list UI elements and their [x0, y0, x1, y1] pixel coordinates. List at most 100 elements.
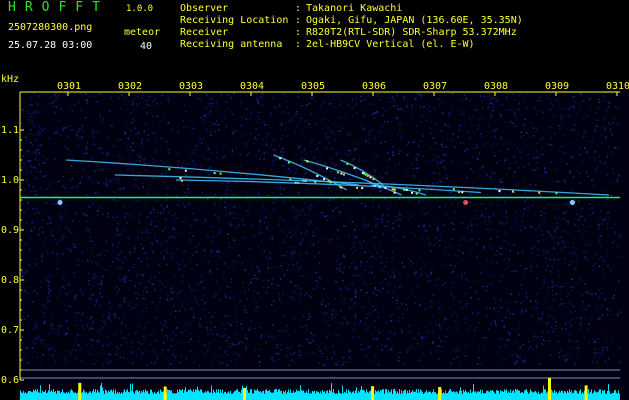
- noise-speckle: [461, 113, 463, 116]
- noise-speckle: [149, 163, 151, 165]
- noise-speckle: [407, 297, 409, 300]
- noise-speckle: [401, 303, 403, 305]
- noise-speckle: [272, 96, 275, 99]
- noise-speckle: [355, 296, 357, 298]
- noise-speckle: [607, 364, 609, 367]
- noise-speckle: [154, 353, 156, 355]
- noise-speckle: [561, 107, 563, 110]
- noise-speckle: [498, 337, 501, 340]
- level-bar: [450, 389, 451, 400]
- noise-speckle: [343, 143, 345, 145]
- noise-speckle: [34, 289, 36, 292]
- noise-speckle: [543, 278, 545, 281]
- noise-speckle: [56, 242, 58, 245]
- noise-speckle: [116, 229, 118, 231]
- noise-speckle: [312, 242, 315, 245]
- noise-speckle: [85, 248, 88, 251]
- noise-speckle: [245, 349, 247, 351]
- level-bar: [240, 392, 241, 400]
- noise-speckle: [330, 131, 332, 133]
- noise-speckle: [398, 316, 401, 319]
- noise-speckle: [260, 334, 263, 337]
- noise-speckle: [352, 99, 354, 101]
- noise-speckle: [493, 298, 496, 300]
- noise-speckle: [20, 227, 22, 229]
- noise-speckle: [21, 166, 23, 169]
- noise-speckle: [195, 163, 198, 166]
- noise-speckle: [475, 224, 477, 226]
- noise-speckle: [51, 327, 54, 329]
- level-bar: [128, 391, 129, 400]
- noise-speckle: [97, 332, 99, 334]
- noise-speckle: [456, 327, 459, 329]
- noise-speckle: [318, 362, 321, 364]
- level-bar: [435, 392, 436, 400]
- trail-highlight: [411, 191, 414, 194]
- noise-speckle: [111, 178, 113, 180]
- noise-speckle: [544, 270, 547, 272]
- noise-speckle: [125, 212, 127, 215]
- noise-speckle: [459, 108, 462, 110]
- noise-speckle: [532, 227, 534, 229]
- noise-speckle: [210, 192, 213, 194]
- noise-speckle: [619, 311, 622, 313]
- noise-speckle: [154, 237, 156, 239]
- noise-speckle: [106, 183, 108, 186]
- noise-speckle: [490, 238, 492, 240]
- noise-speckle: [609, 309, 611, 312]
- noise-speckle: [450, 306, 452, 309]
- noise-speckle: [196, 144, 199, 146]
- noise-speckle: [353, 246, 355, 248]
- noise-speckle: [156, 308, 158, 310]
- noise-speckle: [387, 271, 390, 273]
- noise-speckle: [381, 218, 383, 220]
- level-bar: [413, 391, 414, 400]
- noise-speckle: [473, 132, 475, 134]
- noise-speckle: [333, 271, 336, 273]
- level-bar: [172, 392, 173, 400]
- noise-speckle: [394, 332, 396, 334]
- noise-speckle: [413, 175, 415, 177]
- level-bar: [70, 390, 71, 400]
- noise-speckle: [236, 131, 238, 133]
- noise-speckle: [193, 295, 196, 297]
- noise-speckle: [134, 332, 137, 335]
- noise-speckle: [438, 104, 441, 107]
- noise-speckle: [546, 269, 548, 271]
- level-bar: [511, 393, 512, 400]
- noise-speckle: [152, 211, 155, 214]
- noise-speckle: [169, 335, 172, 337]
- noise-speckle: [101, 152, 104, 154]
- noise-speckle: [299, 123, 301, 125]
- noise-speckle: [122, 198, 124, 200]
- noise-speckle: [375, 219, 377, 221]
- noise-speckle: [535, 150, 537, 152]
- noise-speckle: [529, 184, 532, 186]
- noise-speckle: [265, 144, 267, 147]
- noise-speckle: [299, 244, 302, 247]
- noise-speckle: [58, 328, 60, 331]
- noise-speckle: [486, 228, 488, 231]
- noise-speckle: [204, 113, 207, 115]
- noise-speckle: [125, 165, 127, 167]
- noise-speckle: [224, 328, 227, 331]
- noise-speckle: [606, 236, 609, 238]
- noise-speckle: [137, 132, 139, 134]
- noise-speckle: [606, 264, 609, 267]
- noise-speckle: [33, 133, 36, 136]
- noise-speckle: [505, 211, 508, 213]
- noise-speckle: [508, 167, 511, 169]
- noise-speckle: [275, 170, 277, 173]
- noise-speckle: [484, 216, 486, 218]
- noise-speckle: [544, 171, 547, 173]
- noise-speckle: [571, 318, 574, 321]
- noise-speckle: [569, 116, 572, 118]
- noise-speckle: [338, 176, 341, 179]
- noise-speckle: [385, 320, 388, 323]
- noise-speckle: [493, 128, 496, 130]
- level-bar: [596, 392, 597, 400]
- noise-speckle: [447, 184, 449, 186]
- noise-speckle: [214, 194, 216, 196]
- noise-speckle: [207, 112, 210, 114]
- noise-speckle: [296, 125, 298, 128]
